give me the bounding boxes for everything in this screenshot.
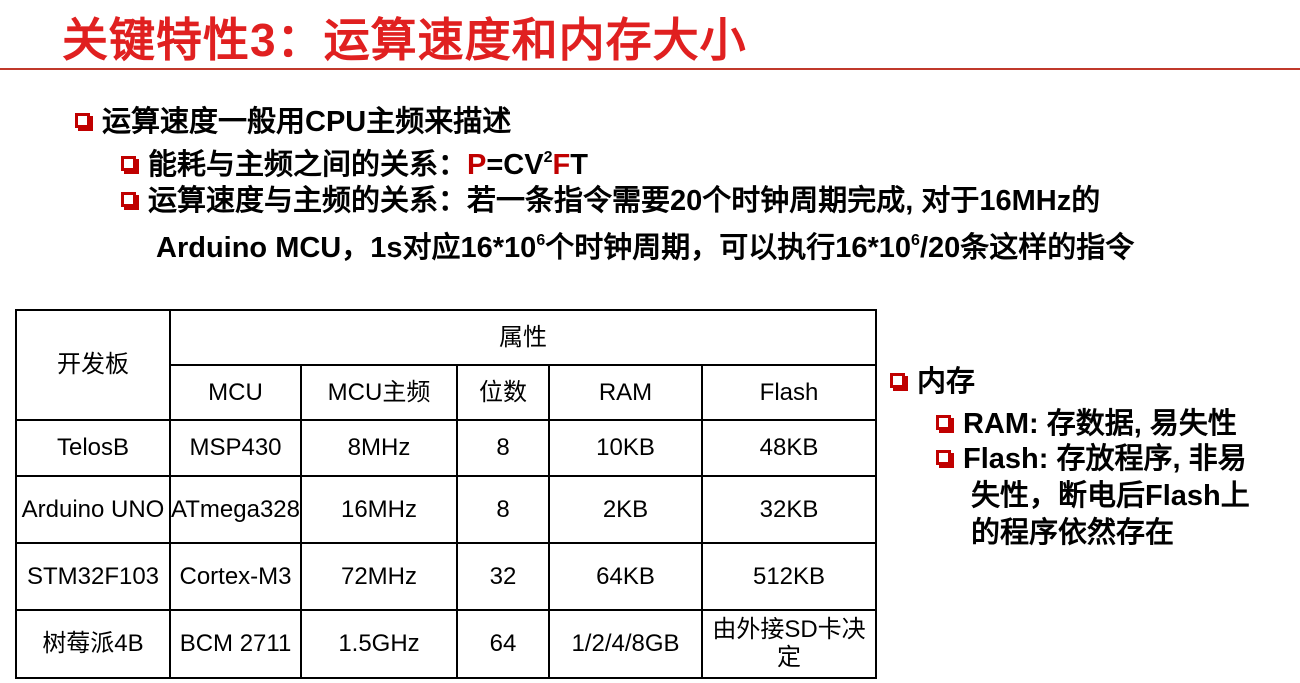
board-header: 开发板 [15,309,171,421]
relation-line2-a: Arduino MCU，1s对应16*10 [156,232,537,264]
cell-mcu: BCM 2711 [169,609,302,679]
table-row: Arduino UNO ATmega328 16MHz 8 2KB 32KB [15,475,877,544]
formula-eq: =CV [486,149,544,181]
cell-mcu: Cortex-M3 [169,542,302,611]
cell-bits: 8 [456,475,550,544]
col-header-flash: Flash [701,364,877,421]
relation-line2-b: 个时钟周期，可以执行16*10 [545,232,912,264]
relation-exponent-1: 6 [536,232,546,249]
col-header-freq: MCU主频 [300,364,458,421]
slide-title: 关键特性3：运算速度和内存大小 [62,14,747,66]
table-row: STM32F103 Cortex-M3 72MHz 32 64KB 512KB [15,542,877,611]
cell-ram: 2KB [548,475,703,544]
cell-freq: 72MHz [300,542,458,611]
cell-mcu: ATmega328 [169,475,302,544]
cell-flash: 由外接SD卡决定 [701,609,877,679]
cell-bits: 8 [456,419,550,477]
checkbox-bullet-icon [936,449,954,468]
flash-line3: 的程序依然存在 [971,517,1175,549]
cell-ram: 1/2/4/8GB [548,609,703,679]
flash-line1: Flash: 存放程序, 非易 [963,443,1247,475]
cell-board: Arduino UNO [15,475,171,544]
formula-exponent: 2 [543,149,553,166]
cell-board: 树莓派4B [15,609,171,679]
cell-freq: 16MHz [300,475,458,544]
bullet-relation: 运算速度与主频的关系：若一条指令需要20个时钟周期完成, 对于16MHz的 Ar… [121,181,1134,268]
bullet-speed: 运算速度一般用CPU主频来描述 [75,98,511,140]
bullet-ram: RAM: 存数据, 易失性 [936,400,1237,442]
col-header-mcu: MCU [169,364,302,421]
cell-flash: 32KB [701,475,877,544]
cell-ram: 64KB [548,542,703,611]
bullet-power: 能耗与主频之间的关系：P=CV2FT [121,141,588,183]
relation-exponent-2: 6 [911,232,920,249]
formula-t: T [570,149,588,181]
bullet-flash: Flash: 存放程序, 非易 失性，断电后Flash上 的程序依然存在 [936,441,1250,552]
memory-heading: 内存 [917,366,976,398]
cell-freq: 1.5GHz [300,609,458,679]
col-header-ram: RAM [548,364,703,421]
checkbox-bullet-icon [121,191,139,210]
cell-mcu: MSP430 [169,419,302,477]
relation-line2-c: /20条这样的指令 [919,232,1135,264]
bullet-speed-text: 运算速度一般用CPU主频来描述 [102,106,512,138]
col-header-bits: 位数 [456,364,550,421]
ram-text: RAM: 存数据, 易失性 [963,408,1237,440]
attr-header: 属性 [169,309,877,366]
cell-bits: 64 [456,609,550,679]
table-row: 树莓派4B BCM 2711 1.5GHz 64 1/2/4/8GB 由外接SD… [15,609,877,679]
relation-line1: 运算速度与主频的关系：若一条指令需要20个时钟周期完成, 对于16MHz的 [148,185,1101,217]
formula-p: P [467,149,487,181]
checkbox-bullet-icon [121,155,139,174]
cell-flash: 48KB [701,419,877,477]
cell-ram: 10KB [548,419,703,477]
cell-bits: 32 [456,542,550,611]
board-spec-table: 开发板 属性 MCU MCU主频 位数 RAM Flash TelosB MSP… [15,309,877,679]
checkbox-bullet-icon [936,414,954,433]
title-divider [0,68,1300,70]
power-prefix: 能耗与主频之间的关系： [148,149,468,181]
table-row: TelosB MSP430 8MHz 8 10KB 48KB [15,419,877,477]
flash-line2: 失性，断电后Flash上 [971,480,1250,512]
bullet-memory: 内存 [890,358,975,400]
formula-f: F [552,149,571,181]
cell-freq: 8MHz [300,419,458,477]
checkbox-bullet-icon [890,372,908,391]
cell-board: TelosB [15,419,171,477]
cell-flash: 512KB [701,542,877,611]
cell-board: STM32F103 [15,542,171,611]
checkbox-bullet-icon [75,112,93,131]
